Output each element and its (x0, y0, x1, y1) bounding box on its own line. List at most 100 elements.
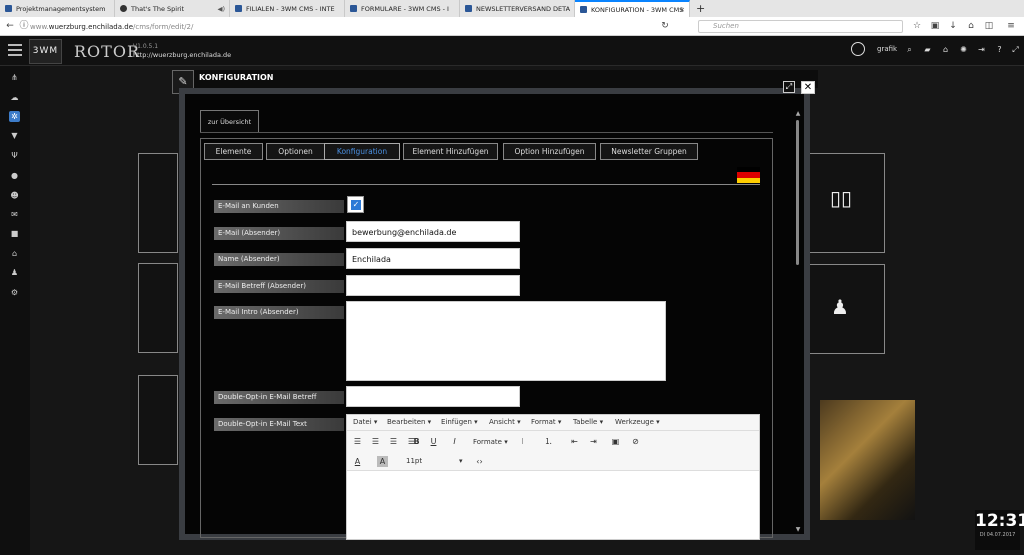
overview-button[interactable]: zur Übersicht (200, 110, 259, 133)
tab-element-hinzufuegen[interactable]: Element Hinzufügen (403, 143, 498, 160)
tab-option-hinzufuegen[interactable]: Option Hinzufügen (503, 143, 596, 160)
app-header: 3WM ROTOR V1.0.5.1 http://wuerzburg.ench… (0, 36, 1024, 66)
map-marker-icon[interactable]: ● (9, 170, 20, 181)
star-icon[interactable]: ☆ (912, 21, 922, 31)
hamburger-icon[interactable] (8, 44, 22, 56)
home-icon[interactable]: ⌂ (941, 45, 950, 54)
info-icon[interactable]: ⓘ (19, 21, 29, 31)
menu-datei[interactable]: Datei ▾ (353, 418, 377, 426)
browser-tab[interactable]: Projektmanagementsystem (0, 0, 115, 17)
image-icon[interactable]: ▣ (610, 436, 621, 447)
user-icon[interactable]: ♟ (9, 267, 20, 278)
reload-icon[interactable]: ↻ (660, 21, 670, 31)
url-prefix: www. (30, 23, 49, 31)
clipboard-icon[interactable]: ▣ (930, 21, 940, 31)
back-icon[interactable]: ← (5, 21, 15, 31)
chat-icon[interactable]: ▰ (923, 45, 932, 54)
menu-werkzeuge[interactable]: Werkzeuge ▾ (615, 418, 660, 426)
chevron-down-icon[interactable]: ▾ (459, 457, 463, 465)
restaurant-icon[interactable]: Ψ (9, 150, 20, 161)
doi-subject-input[interactable] (346, 386, 520, 407)
indent-icon[interactable]: ⇥ (588, 436, 599, 447)
clock-widget: 12:31 DI 04.07.2017 (975, 510, 1024, 550)
spinner-icon[interactable]: ✺ (959, 45, 968, 54)
menu-einfuegen[interactable]: Einfügen ▾ (441, 418, 478, 426)
settings-icon[interactable]: ✲ (9, 111, 20, 122)
close-tab-icon[interactable]: ✕ (680, 6, 685, 14)
document-icon[interactable]: ■ (9, 228, 20, 239)
menu-tabelle[interactable]: Tabelle ▾ (573, 418, 603, 426)
close-modal-button[interactable]: ✕ (801, 81, 815, 94)
browser-tab-active[interactable]: KONFIGURATION - 3WM CMS ✕ (575, 0, 690, 17)
source-code-icon[interactable]: ‹› (474, 456, 485, 467)
menu-format[interactable]: Format ▾ (531, 418, 561, 426)
outdent-icon[interactable]: ⇤ (569, 436, 580, 447)
favicon-icon (350, 5, 357, 12)
email-sender-input[interactable]: bewerbung@enchilada.de (346, 221, 520, 242)
name-sender-input[interactable]: Enchilada (346, 248, 520, 269)
bold-button[interactable]: B (411, 436, 422, 447)
filter-icon[interactable]: ▼ (9, 130, 20, 141)
tab-newsletter-gruppen[interactable]: Newsletter Gruppen (600, 143, 698, 160)
favicon-icon (120, 5, 127, 12)
intro-sender-textarea[interactable] (346, 301, 666, 381)
divider (200, 132, 773, 133)
subject-sender-input[interactable] (346, 275, 520, 296)
align-left-icon[interactable]: ☰ (352, 436, 363, 447)
menu-bearbeiten[interactable]: Bearbeiten ▾ (387, 418, 431, 426)
users-icon[interactable]: ☻ (9, 190, 20, 201)
home-icon[interactable]: ⌂ (9, 248, 20, 259)
sitemap-icon[interactable]: ⋔ (9, 72, 20, 83)
modal-title: KONFIGURATION (199, 73, 274, 82)
favicon-icon (580, 6, 587, 13)
tab-optionen[interactable]: Optionen (266, 143, 325, 160)
cogs-icon[interactable]: ⚙ (9, 287, 20, 298)
background-color-icon[interactable]: A (377, 456, 388, 467)
german-flag-icon[interactable] (737, 167, 760, 183)
home-icon[interactable]: ⌂ (966, 21, 976, 31)
menu-ansicht[interactable]: Ansicht ▾ (489, 418, 521, 426)
formats-dropdown[interactable]: Formate ▾ (473, 438, 508, 446)
shield-icon[interactable]: ◫ (984, 21, 994, 31)
browser-tab[interactable]: FORMULARE - 3WM CMS - I (345, 0, 460, 17)
help-icon[interactable]: ? (995, 45, 1004, 54)
label-doi-text: Double-Opt-in E-Mail Text (214, 418, 344, 431)
clock-date: DI 04.07.2017 (979, 532, 1016, 538)
expand-icon[interactable]: ⤢ (783, 81, 795, 93)
align-right-icon[interactable]: ☰ (388, 436, 399, 447)
check-icon: ✓ (351, 200, 361, 210)
scroll-up-icon[interactable]: ▲ (794, 110, 802, 117)
tab-konfiguration[interactable]: Konfiguration (324, 143, 400, 160)
divider (212, 184, 760, 185)
url-field[interactable]: www.wuerzburg.enchilada.de/cms/form/edit… (30, 21, 645, 33)
download-icon[interactable]: ↓ (948, 21, 958, 31)
user-icon: ♟ (831, 295, 849, 319)
font-size-dropdown[interactable]: 11pt (406, 457, 422, 465)
scrollbar-thumb[interactable] (796, 120, 799, 265)
italic-button[interactable]: I (449, 436, 460, 447)
user-avatar-icon[interactable] (851, 42, 865, 56)
tab-elemente[interactable]: Elemente (204, 143, 263, 160)
search-input[interactable]: Suchen (698, 20, 903, 33)
link-icon[interactable]: ⊘ (630, 436, 641, 447)
logout-icon[interactable]: ⇥ (977, 45, 986, 54)
speaker-icon[interactable]: ◀) (217, 5, 225, 13)
search-icon[interactable]: ⌕ (905, 45, 914, 54)
underline-button[interactable]: U (428, 436, 439, 447)
browser-tab[interactable]: FILIALEN - 3WM CMS - INTE (230, 0, 345, 17)
menu-icon[interactable]: ≡ (1006, 21, 1016, 31)
scroll-down-icon[interactable]: ▼ (794, 526, 802, 533)
bullet-list-icon[interactable]: ⁝ (517, 436, 528, 447)
browser-tab[interactable]: That's The Spirit ◀) (115, 0, 230, 17)
new-tab-icon[interactable]: + (690, 0, 711, 17)
mail-icon[interactable]: ✉ (9, 209, 20, 220)
browser-tab[interactable]: NEWSLETTERVERSAND DETA (460, 0, 575, 17)
email-customer-checkbox[interactable]: ✓ (347, 196, 364, 213)
text-color-icon[interactable]: A (352, 456, 363, 467)
align-center-icon[interactable]: ☰ (370, 436, 381, 447)
fullscreen-icon[interactable]: ⤢ (1011, 45, 1020, 54)
numbered-list-icon[interactable]: ⒈ (543, 436, 554, 447)
username[interactable]: grafik (877, 45, 897, 53)
modal-scrollbar[interactable]: ▲ ▼ (794, 110, 802, 535)
cloud-icon[interactable]: ☁ (9, 92, 20, 103)
